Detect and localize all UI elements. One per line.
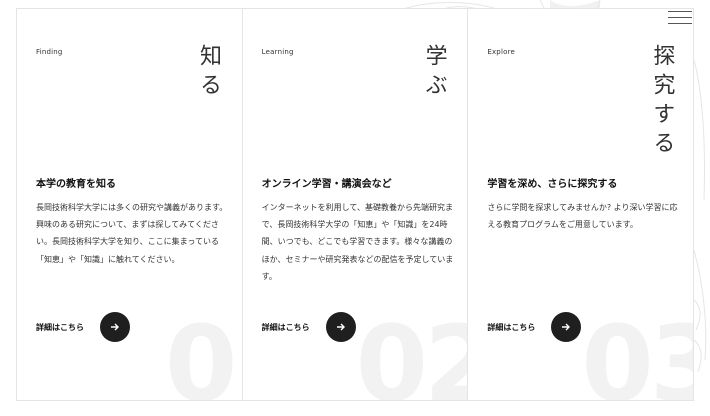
card-body-text: さらに学問を探求してみませんか? より深い学習に応える教育プログラムをご用意して… xyxy=(487,203,678,230)
card-vertical-title: 探究する xyxy=(649,44,675,160)
card-number: 02 xyxy=(355,303,468,401)
arrow-right-icon[interactable] xyxy=(325,312,356,342)
card-english-label: Learning xyxy=(261,48,294,56)
card-english-label: Explore xyxy=(487,48,516,56)
details-link-label: 詳細はこちら xyxy=(36,322,84,332)
card-learning: 02 Learning 学ぶ オンライン学習・講演会など インターネットを利用し… xyxy=(241,8,469,401)
details-link[interactable]: 詳細はこちら xyxy=(487,312,582,342)
card-finding: 01 Finding 知る 本学の教育を知る 長岡技術科学大学には多くの研究や講… xyxy=(16,8,243,401)
hamburger-menu-icon[interactable] xyxy=(668,9,692,25)
card-heading: 学習を深め、さらに探究する xyxy=(487,179,618,190)
card-english-label: Finding xyxy=(36,48,63,56)
card-body-text: 長岡技術科学大学には多くの研究や講義があります。興味のある研究について、まずは探… xyxy=(36,203,228,264)
arrow-right-icon[interactable] xyxy=(100,312,130,342)
details-link[interactable]: 詳細はこちら xyxy=(262,312,356,342)
card-vertical-title: 学ぶ xyxy=(421,44,447,102)
card-number: 01 xyxy=(165,303,242,401)
card-heading: オンライン学習・講演会など xyxy=(261,179,392,190)
details-link-label: 詳細はこちら xyxy=(487,322,536,332)
card-number: 03 xyxy=(581,303,693,401)
card-body-text: インターネットを利用して、基礎教養から先端研究まで、長岡技術科学大学の「知恵」や… xyxy=(261,203,454,281)
arrow-right-icon[interactable] xyxy=(551,312,582,342)
card-heading: 本学の教育を知る xyxy=(36,179,116,190)
feature-cards: 01 Finding 知る 本学の教育を知る 長岡技術科学大学には多くの研究や講… xyxy=(16,8,695,401)
details-link-label: 詳細はこちら xyxy=(261,322,310,332)
card-vertical-title: 知る xyxy=(196,44,221,102)
card-explore: 03 Explore 探究する 学習を深め、さらに探究する さらに学問を探求して… xyxy=(467,8,695,401)
details-link[interactable]: 詳細はこちら xyxy=(36,312,130,342)
